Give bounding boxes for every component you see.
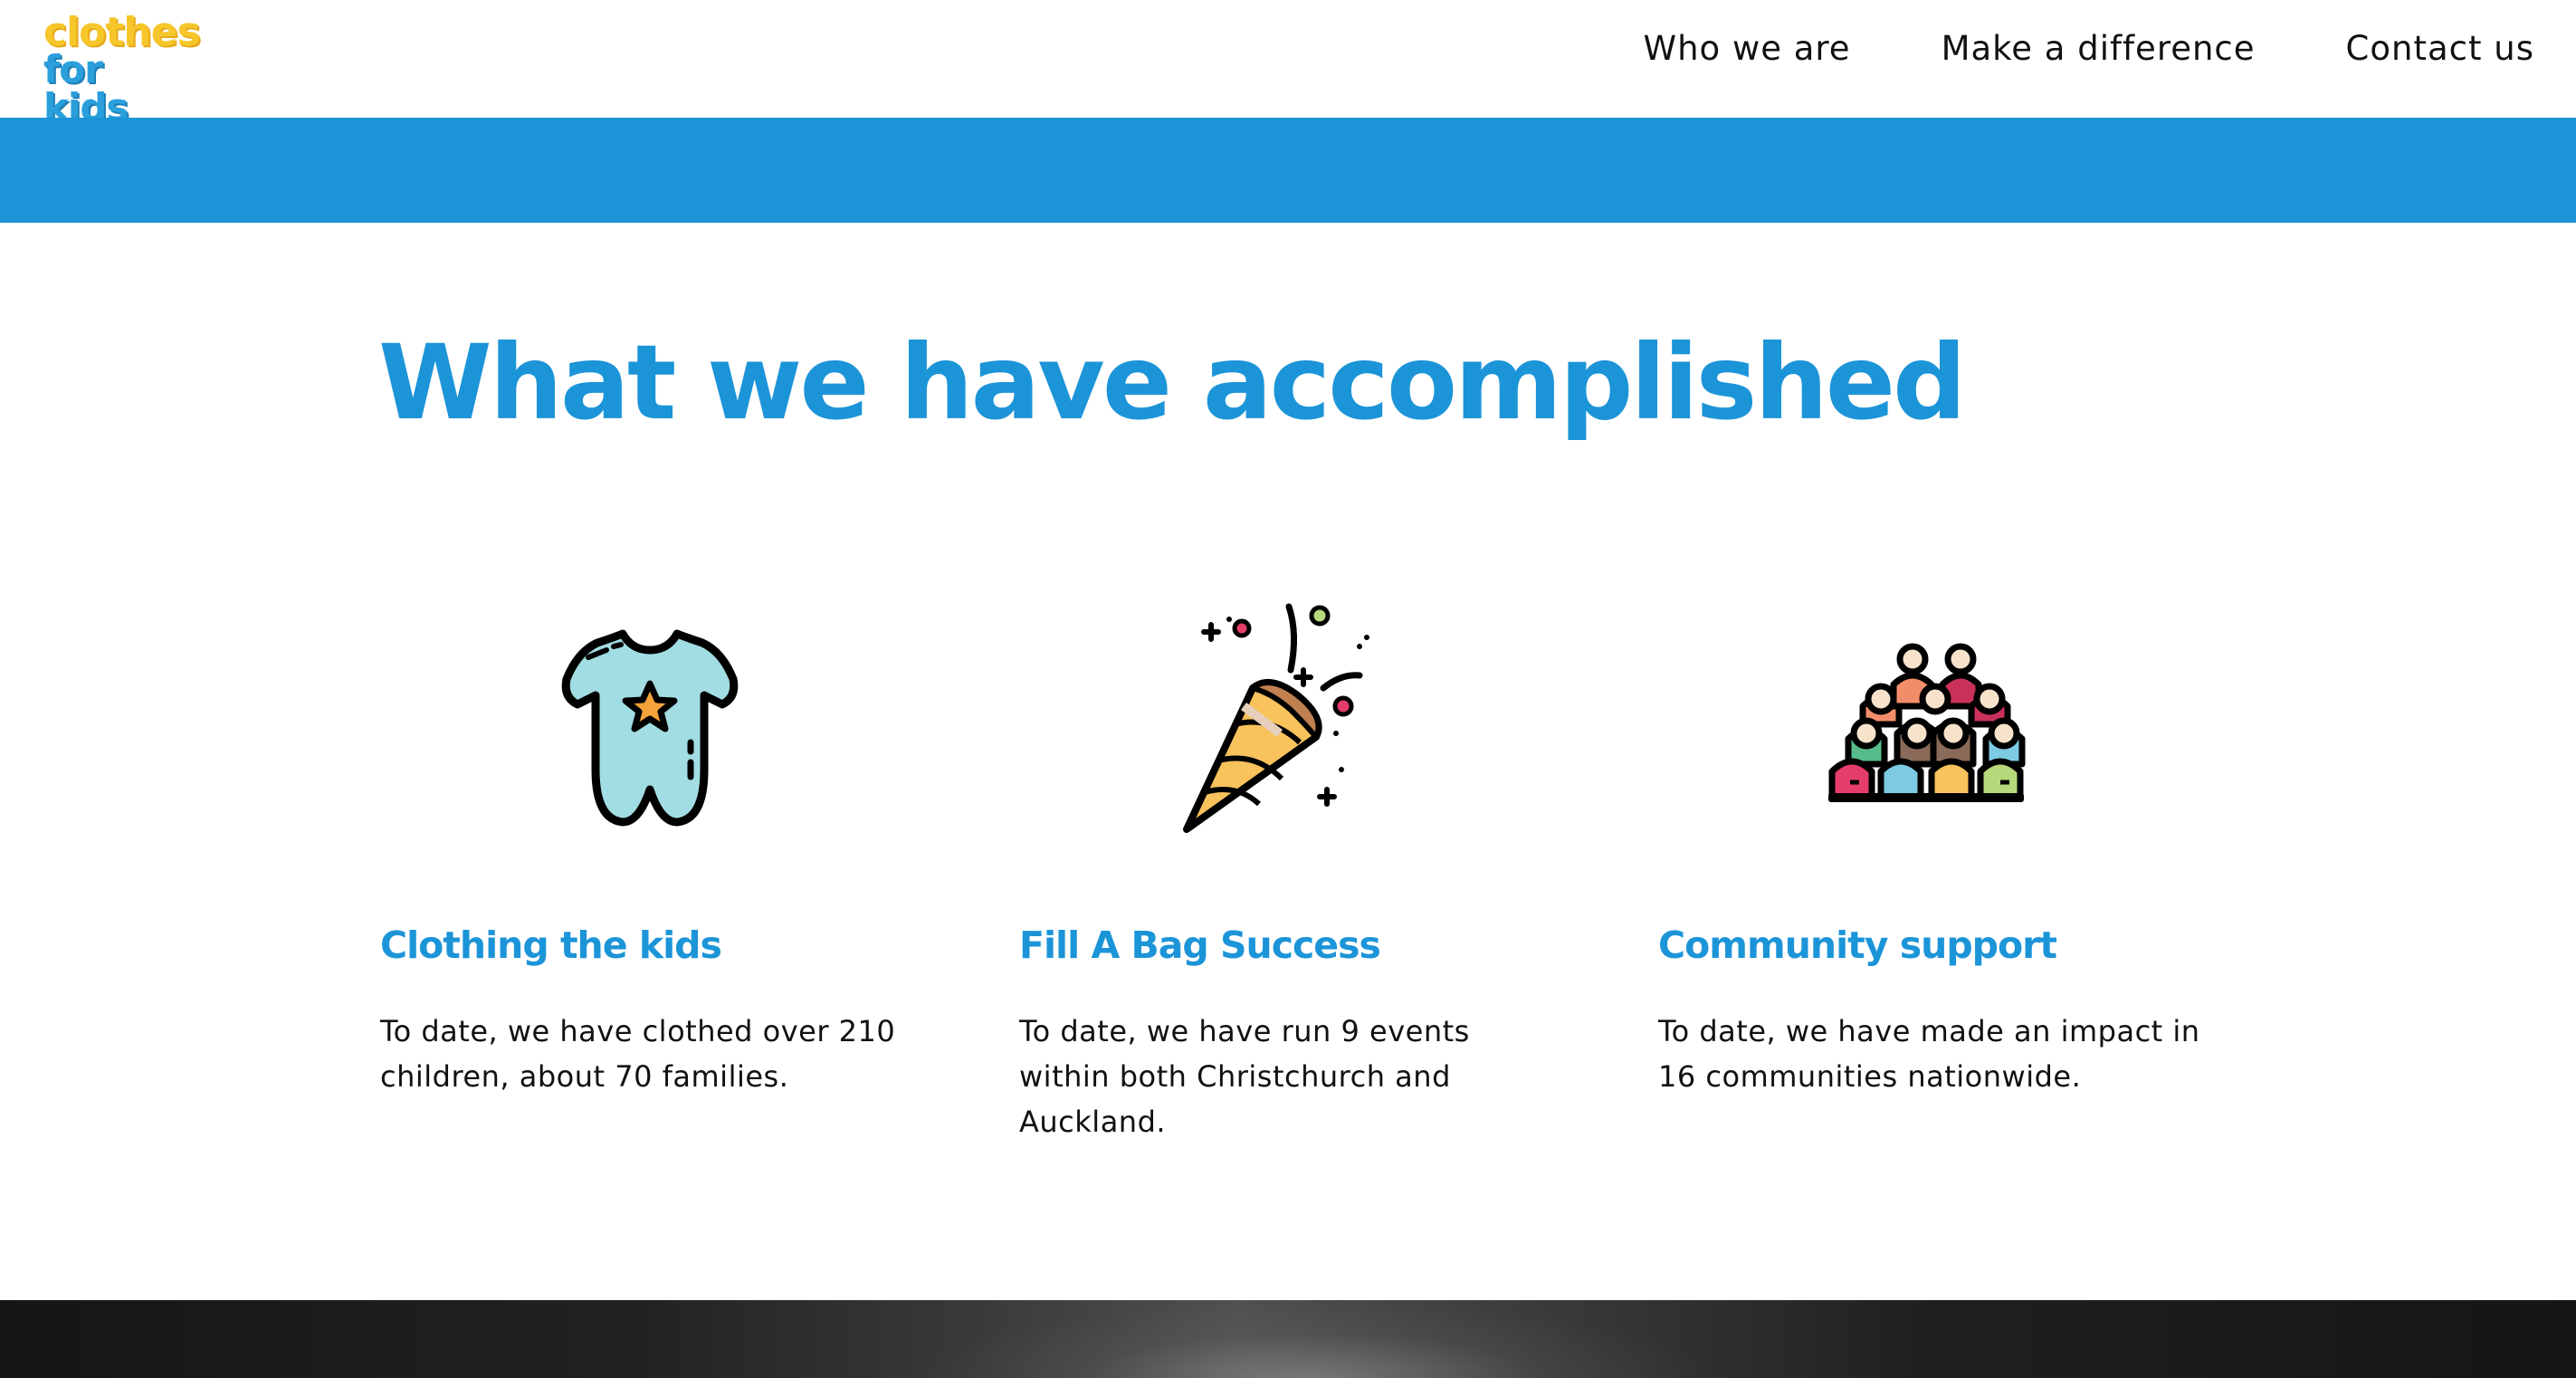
feature-description: To date, we have made an impact in 16 co… — [1658, 1014, 2200, 1094]
party-popper-icon — [1164, 598, 1417, 851]
nav-link-make-a-difference[interactable]: Make a difference — [1942, 29, 2256, 68]
photo-highlight — [905, 1300, 1720, 1378]
site-header: clothes for kids Who we are Make a diffe… — [0, 0, 2576, 127]
baby-onesie-icon — [523, 598, 777, 851]
feature-title: Community support — [1658, 923, 2057, 967]
photo-section-top — [0, 1300, 2576, 1378]
nav-link-contact-us[interactable]: Contact us — [2346, 29, 2534, 68]
site-logo[interactable]: clothes for kids — [43, 13, 201, 127]
main-nav: Who we are Make a difference Contact us — [1644, 29, 2534, 68]
feature-title: Clothing the kids — [380, 923, 722, 967]
feature-title: Fill A Bag Success — [1019, 923, 1381, 967]
community-group-icon — [1808, 598, 2062, 851]
feature-description: To date, we have run 9 events within bot… — [1019, 1014, 1470, 1139]
logo-text-for-kids: for kids — [43, 47, 129, 129]
hero-banner-band — [0, 118, 2576, 223]
section-title: What we have accomplished — [378, 322, 1967, 443]
feature-description: To date, we have clothed over 210 childr… — [380, 1014, 896, 1094]
nav-link-who-we-are[interactable]: Who we are — [1644, 29, 1851, 68]
